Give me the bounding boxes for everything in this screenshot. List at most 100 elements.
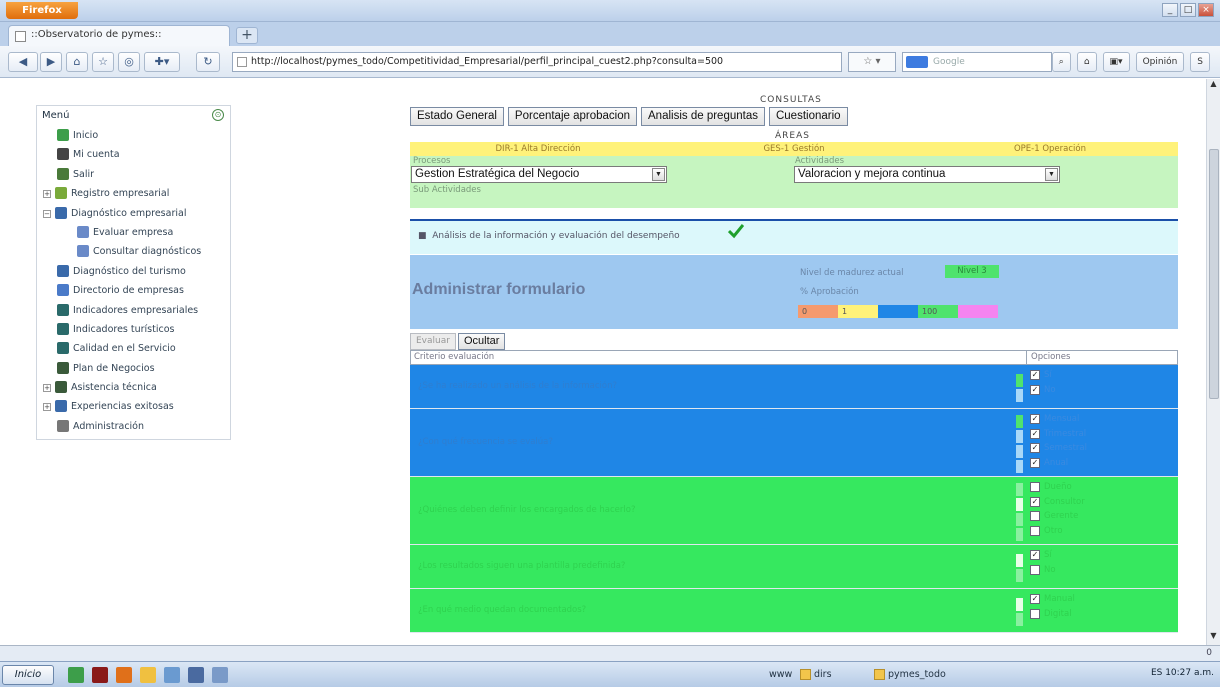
search-bar[interactable]: Google	[902, 52, 1052, 72]
chevron-down-icon[interactable]: ▼	[1045, 168, 1058, 181]
url-bar[interactable]: http://localhost/pymes_todo/Competitivid…	[232, 52, 842, 72]
option-checkbox[interactable]	[1030, 511, 1040, 521]
tab-cuestionario[interactable]: Cuestionario	[768, 107, 848, 126]
option-item[interactable]: ✓ No	[1030, 384, 1056, 400]
reload-button[interactable]: ↻	[196, 52, 220, 72]
option-checkbox[interactable]: ✓	[1030, 370, 1040, 380]
option-item[interactable]: Dueño	[1030, 482, 1085, 497]
area-ges[interactable]: GES-1 Gestión	[666, 142, 922, 156]
new-tab-button[interactable]: +	[236, 27, 258, 44]
sidebar-item-9[interactable]: Indicadores empresariales	[37, 301, 230, 320]
taskbar-item[interactable]: dirs	[800, 667, 832, 684]
maximize-button[interactable]: □	[1180, 3, 1196, 17]
firefox-menu-button[interactable]: Firefox	[6, 2, 78, 19]
subactividad-item[interactable]: ■ Análisis de la información y evaluació…	[418, 231, 680, 241]
collapse-icon[interactable]: −	[43, 209, 51, 218]
tab-analisis-preguntas[interactable]: Analisis de preguntas	[641, 107, 765, 126]
home-icon[interactable]: ⌂	[1076, 52, 1097, 72]
sidebar-item-12[interactable]: Plan de Negocios	[37, 359, 230, 378]
option-item[interactable]: ✓ Trimestral	[1030, 428, 1087, 444]
option-checkbox[interactable]: ✓	[1030, 428, 1040, 439]
browser-tab[interactable]: ::Observatorio de pymes::	[8, 25, 230, 46]
folder-icon[interactable]	[140, 667, 156, 683]
expand-icon[interactable]: +	[43, 384, 51, 393]
expand-icon[interactable]: +	[43, 190, 51, 199]
sidebar-item-15[interactable]: Administración	[37, 417, 230, 436]
option-checkbox[interactable]	[1030, 608, 1040, 619]
option-checkbox[interactable]: ✓	[1030, 550, 1040, 560]
ocultar-button[interactable]: Ocultar	[457, 333, 506, 350]
bookmark-icon[interactable]: ☆	[92, 52, 114, 72]
taskbar-item[interactable]: pymes_todo	[874, 667, 946, 684]
collapse-menu-icon[interactable]: ⊙	[212, 109, 224, 121]
chevron-down-icon[interactable]: ▼	[652, 168, 665, 181]
skype-icon[interactable]: S	[1190, 52, 1210, 72]
firefox-icon[interactable]	[116, 667, 132, 683]
sidebar-item-3[interactable]: + Registro empresarial	[37, 184, 230, 203]
sidebar-item-4[interactable]: − Diagnóstico empresarial	[37, 204, 230, 223]
quicklaunch-icon[interactable]	[212, 667, 228, 683]
close-window-button[interactable]: ×	[1198, 3, 1214, 17]
area-ope[interactable]: OPE-1 Operación	[922, 142, 1178, 156]
option-item[interactable]: ✓ Consultor	[1030, 496, 1085, 512]
google-search-engine-icon[interactable]	[906, 56, 928, 68]
option-item[interactable]: Otro	[1030, 525, 1085, 541]
quicklaunch-icon[interactable]	[164, 667, 180, 683]
tab-estado-general[interactable]: Estado General	[410, 107, 504, 126]
actividades-select[interactable]: Valoracion y mejora continua ▼	[794, 166, 1060, 183]
quicklaunch-icon[interactable]	[68, 667, 84, 683]
taskbar-item[interactable]: www	[755, 667, 792, 684]
expand-icon[interactable]: +	[43, 403, 51, 412]
home-alt-icon[interactable]: ⌂	[66, 52, 88, 72]
sidebar-item-13[interactable]: + Asistencia técnica	[37, 378, 230, 397]
scroll-down-icon[interactable]: ▼	[1207, 631, 1220, 645]
minimize-button[interactable]: _	[1162, 3, 1178, 17]
sidebar-item-8[interactable]: Directorio de empresas	[37, 281, 230, 300]
addons-icon[interactable]: ✚▾	[144, 52, 180, 72]
option-checkbox[interactable]	[1030, 564, 1040, 575]
option-item[interactable]: ✓ Sí	[1030, 550, 1056, 565]
option-checkbox[interactable]	[1030, 482, 1040, 492]
page-scrollbar[interactable]: ▲ ▼	[1206, 79, 1220, 645]
area-dir[interactable]: DIR-1 Alta Dirección	[410, 142, 666, 156]
tab-porcentaje-aprobacion[interactable]: Porcentaje aprobacion	[507, 107, 638, 126]
sidebar-item-0[interactable]: Inicio	[37, 126, 230, 145]
option-checkbox[interactable]: ✓	[1030, 457, 1040, 468]
history-icon[interactable]: ◎	[118, 52, 140, 72]
quicklaunch-icon[interactable]	[92, 667, 108, 683]
bookmark-star-icon[interactable]: ☆ ▾	[848, 52, 896, 72]
option-item[interactable]: ✓ Mensual	[1030, 414, 1087, 429]
evaluar-button[interactable]: Evaluar	[410, 333, 456, 350]
sidebar-item-14[interactable]: + Experiencias exitosas	[37, 397, 230, 416]
sidebar-item-5[interactable]: Evaluar empresa	[37, 223, 230, 242]
opinion-button[interactable]: Opinión	[1135, 52, 1185, 72]
option-item[interactable]: ✓ Semestral	[1030, 443, 1087, 458]
option-checkbox[interactable]: ✓	[1030, 496, 1040, 507]
option-checkbox[interactable]: ✓	[1030, 384, 1040, 395]
sidebar-item-11[interactable]: Calidad en el Servicio	[37, 339, 230, 358]
screen-icon[interactable]: ▣▾	[1102, 52, 1130, 72]
forward-button[interactable]: ▶	[40, 52, 62, 72]
option-item[interactable]: ✓ Sí	[1030, 370, 1056, 385]
scroll-thumb[interactable]	[1209, 149, 1219, 399]
start-button[interactable]: Inicio	[2, 665, 54, 685]
option-item[interactable]: ✓ Manual	[1030, 594, 1075, 609]
procesos-select[interactable]: Gestion Estratégica del Negocio ▼	[411, 166, 667, 183]
option-item[interactable]: No	[1030, 564, 1056, 580]
option-checkbox[interactable]: ✓	[1030, 443, 1040, 453]
option-item[interactable]: ✓ Anual	[1030, 457, 1087, 473]
option-checkbox[interactable]: ✓	[1030, 414, 1040, 424]
search-icon[interactable]: ⌕	[1051, 52, 1071, 72]
option-checkbox[interactable]: ✓	[1030, 594, 1040, 604]
sidebar-item-1[interactable]: Mi cuenta	[37, 145, 230, 164]
sidebar-item-7[interactable]: Diagnóstico del turismo	[37, 262, 230, 281]
quicklaunch-icon[interactable]	[188, 667, 204, 683]
sidebar-item-6[interactable]: Consultar diagnósticos	[37, 242, 230, 261]
option-item[interactable]: Gerente	[1030, 511, 1085, 526]
option-checkbox[interactable]	[1030, 525, 1040, 536]
back-button[interactable]: ◀	[8, 52, 38, 72]
option-item[interactable]: Digital	[1030, 608, 1075, 624]
sidebar-item-10[interactable]: Indicadores turísticos	[37, 320, 230, 339]
scroll-up-icon[interactable]: ▲	[1207, 79, 1220, 93]
sidebar-item-2[interactable]: Salir	[37, 165, 230, 184]
